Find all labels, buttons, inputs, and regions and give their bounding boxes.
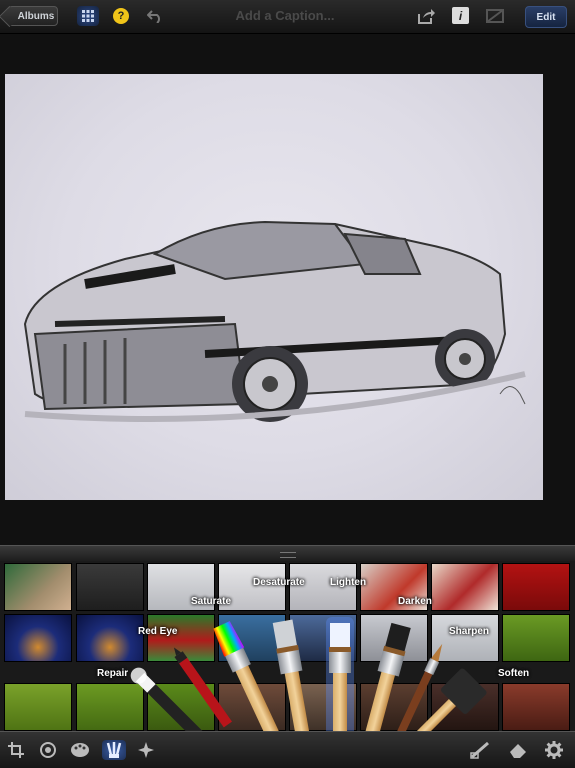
- help-icon[interactable]: ?: [113, 8, 129, 24]
- red-eye-label[interactable]: Red Eye: [138, 626, 177, 637]
- bottom-toolbar: [0, 731, 575, 768]
- albums-button[interactable]: Albums: [8, 6, 58, 26]
- saturate-label[interactable]: Saturate: [191, 596, 231, 607]
- darken-label[interactable]: Darken: [398, 596, 432, 607]
- desaturate-brush[interactable]: [272, 619, 318, 735]
- albums-label: Albums: [17, 10, 55, 22]
- sharpen-label[interactable]: Sharpen: [449, 626, 489, 637]
- effects-icon[interactable]: [136, 740, 156, 760]
- share-icon[interactable]: [416, 7, 436, 25]
- thumbnail[interactable]: [4, 563, 72, 611]
- help-glyph: ?: [117, 10, 125, 22]
- caption-field[interactable]: Add a Caption...: [200, 6, 370, 26]
- brush-fan: [130, 617, 487, 735]
- thumbnail[interactable]: [4, 683, 72, 731]
- settings-icon[interactable]: [544, 740, 564, 760]
- brush-edit-icon[interactable]: [470, 740, 490, 760]
- grid-icon[interactable]: [77, 6, 99, 26]
- repair-label[interactable]: Repair: [97, 668, 128, 679]
- edit-button[interactable]: Edit: [525, 6, 567, 28]
- color-icon[interactable]: [70, 740, 90, 760]
- info-glyph: i: [458, 8, 463, 23]
- lighten-label[interactable]: Lighten: [330, 577, 366, 588]
- thumbnail[interactable]: [4, 614, 72, 662]
- undo-icon[interactable]: [146, 7, 164, 25]
- crop-icon[interactable]: [6, 740, 26, 760]
- compare-icon[interactable]: [485, 7, 504, 25]
- desaturate-label[interactable]: Desaturate: [253, 577, 305, 588]
- darken-brush[interactable]: [355, 622, 412, 735]
- eraser-icon[interactable]: [508, 740, 528, 760]
- soften-label[interactable]: Soften: [498, 668, 529, 679]
- exposure-icon[interactable]: [38, 740, 58, 760]
- drawer-handle[interactable]: [0, 545, 575, 562]
- top-toolbar: Albums ? Add a Caption... i Edit: [0, 0, 575, 34]
- lighten-brush[interactable]: [326, 617, 354, 735]
- car-sketch-photo[interactable]: [5, 74, 543, 500]
- brushes-icon[interactable]: [102, 740, 126, 760]
- car-sketch-drawing: [23, 220, 526, 422]
- info-icon[interactable]: i: [452, 7, 469, 24]
